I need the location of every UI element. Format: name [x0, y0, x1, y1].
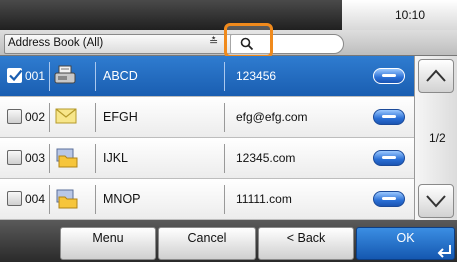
list-item[interactable]: 002 EFGH efg@efg.com: [0, 97, 414, 138]
divider: [49, 144, 50, 173]
entry-number: 002: [25, 110, 46, 124]
scroll-up-button[interactable]: [418, 59, 454, 93]
folder-icon: [56, 148, 78, 168]
cancel-button[interactable]: Cancel: [158, 227, 256, 260]
entry-name: IJKL: [103, 151, 129, 165]
back-button[interactable]: < Back: [258, 227, 354, 260]
checkmark-icon: [9, 69, 23, 82]
double-chevron-down-icon[interactable]: ≛: [209, 35, 218, 48]
divider: [95, 62, 96, 91]
entry-number: 003: [25, 151, 46, 165]
entry-name: ABCD: [103, 69, 138, 83]
row-checkbox[interactable]: [7, 150, 22, 165]
divider: [49, 185, 50, 214]
divider: [224, 62, 225, 91]
entry-address: 12345.com: [236, 151, 296, 165]
row-checkbox-checked[interactable]: [7, 68, 23, 83]
entry-address: 11111.com: [236, 192, 292, 206]
list-item[interactable]: 004 MNOP 11111.com: [0, 179, 414, 220]
email-envelope-icon: [55, 108, 77, 124]
divider: [224, 103, 225, 132]
divider: [49, 62, 50, 91]
entry-number: 001: [25, 69, 46, 83]
folder-icon: [56, 189, 78, 209]
page-indicator: 1/2: [429, 131, 446, 145]
chevron-up-icon: [426, 69, 446, 82]
divider: [49, 103, 50, 132]
enter-icon: [437, 245, 451, 258]
entry-name: MNOP: [103, 192, 141, 206]
address-book-dropdown-label: Address Book (All): [8, 37, 104, 49]
entry-address: efg@efg.com: [236, 110, 308, 124]
entry-number: 004: [25, 192, 46, 206]
divider: [224, 185, 225, 214]
menu-button[interactable]: Menu: [60, 227, 156, 260]
details-button[interactable]: [373, 150, 405, 166]
row-checkbox[interactable]: [7, 191, 22, 206]
entry-name: EFGH: [103, 110, 138, 124]
chevron-down-icon: [426, 195, 446, 208]
divider: [95, 144, 96, 173]
fax-icon: [54, 65, 76, 84]
details-button[interactable]: [373, 191, 405, 207]
address-book-screen: 10:10 Address Book (All) ≛ 001 ABCD 1234…: [0, 0, 457, 262]
search-icon[interactable]: [240, 37, 254, 51]
entry-address: 123456: [236, 69, 277, 83]
address-list: 001 ABCD 123456 002 EFGH efg@efg.com 003…: [0, 56, 414, 220]
scroll-down-button[interactable]: [418, 184, 454, 218]
clock-time: 10:10: [395, 8, 426, 22]
list-item[interactable]: 001 ABCD 123456: [0, 56, 414, 97]
details-button[interactable]: [373, 68, 405, 84]
row-checkbox[interactable]: [7, 109, 22, 124]
details-button[interactable]: [373, 109, 405, 125]
divider: [95, 185, 96, 214]
divider: [224, 144, 225, 173]
divider: [95, 103, 96, 132]
list-item[interactable]: 003 IJKL 12345.com: [0, 138, 414, 179]
